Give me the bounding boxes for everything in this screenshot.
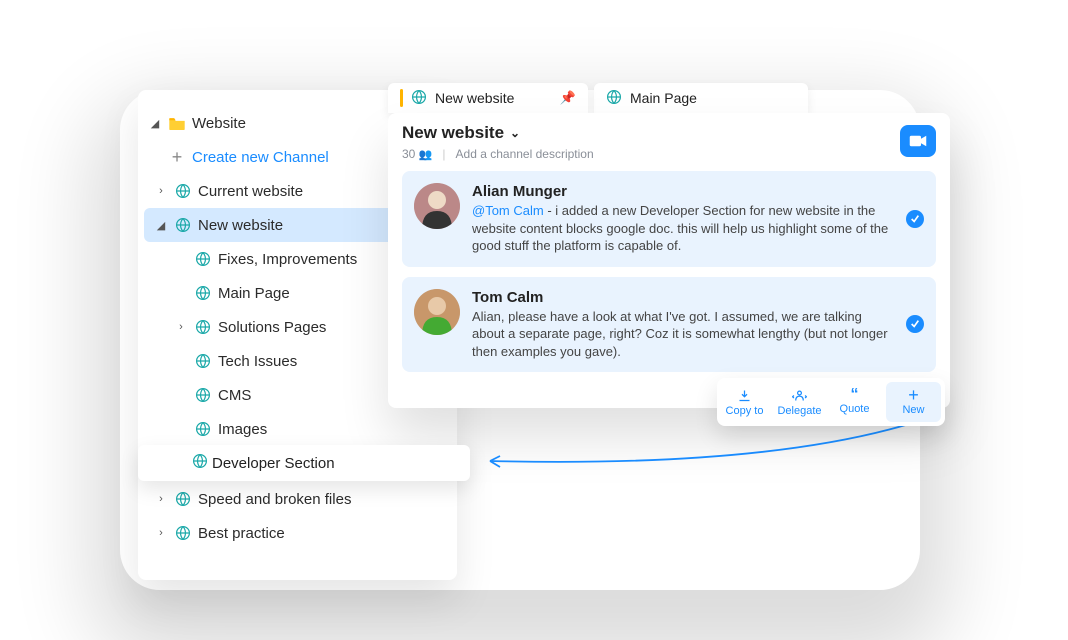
globe-icon: [192, 285, 214, 301]
sidebar-item-label: Tech Issues: [214, 353, 297, 370]
channel-description-input[interactable]: Add a channel description: [456, 147, 594, 161]
avatar: [414, 183, 460, 229]
mention[interactable]: @Tom Calm: [472, 203, 544, 218]
status-check-icon[interactable]: [906, 315, 924, 333]
member-count[interactable]: 30 👥: [402, 147, 432, 161]
message[interactable]: Tom Calm Alian, please have a look at wh…: [402, 277, 936, 373]
create-channel-label: Create new Channel: [188, 149, 329, 166]
globe-icon: [192, 387, 214, 403]
plus-icon: +: [908, 388, 919, 402]
new-button[interactable]: + New: [886, 382, 941, 422]
folder-icon: [166, 116, 188, 130]
action-label: Delegate: [777, 405, 821, 417]
message-body: Alian, please have a look at what I've g…: [472, 308, 892, 361]
globe-icon: [192, 421, 214, 437]
caret-down-icon: ◢: [144, 117, 166, 130]
caret-right-icon: ›: [170, 321, 192, 333]
sidebar-item-label: CMS: [214, 387, 251, 404]
sidebar-item-label: New website: [194, 217, 283, 234]
tab-new-website[interactable]: New website 📌: [388, 83, 588, 113]
action-label: Copy to: [726, 405, 764, 417]
video-call-button[interactable]: [900, 125, 936, 157]
plus-icon: +: [166, 147, 188, 168]
tab-label: Main Page: [630, 90, 697, 106]
sidebar-item-images[interactable]: Images: [138, 412, 457, 446]
caret-right-icon: ›: [150, 527, 172, 539]
sidebar-item-label: Speed and broken files: [194, 491, 351, 508]
pin-icon[interactable]: 📌: [560, 90, 576, 106]
sidebar-item-label: Images: [214, 421, 267, 438]
tab-label: New website: [435, 90, 514, 106]
message-author: Alian Munger: [472, 183, 892, 200]
globe-icon: [192, 319, 214, 335]
sidebar-item-label: Solutions Pages: [214, 319, 326, 336]
message-author: Tom Calm: [472, 289, 892, 306]
action-label: New: [902, 404, 924, 416]
active-indicator: [400, 89, 403, 107]
delegate-button[interactable]: Delegate: [772, 378, 827, 426]
quote-button[interactable]: “ Quote: [827, 378, 882, 426]
chat-title-text: New website: [402, 123, 504, 143]
sidebar-item-label: Fixes, Improvements: [214, 251, 357, 268]
globe-icon: [192, 251, 214, 267]
globe-icon: [192, 353, 214, 369]
avatar: [414, 289, 460, 335]
globe-icon: [172, 217, 194, 233]
quote-icon: “: [851, 389, 859, 401]
caret-right-icon: ›: [150, 493, 172, 505]
sidebar-item-label: Developer Section: [208, 455, 335, 472]
sidebar-root-label: Website: [188, 115, 246, 132]
message[interactable]: Alian Munger @Tom Calm - i added a new D…: [402, 171, 936, 267]
globe-icon: [172, 491, 194, 507]
sidebar-item-speed[interactable]: › Speed and broken files: [138, 482, 457, 516]
caret-down-icon: ◢: [150, 219, 172, 232]
chat-title[interactable]: New website ⌄: [402, 123, 936, 143]
sidebar-item-label: Current website: [194, 183, 303, 200]
caret-right-icon: ›: [150, 185, 172, 197]
sidebar-item-label: Best practice: [194, 525, 285, 542]
status-check-icon[interactable]: [906, 210, 924, 228]
sidebar-item-developer-section[interactable]: Developer Section: [138, 445, 470, 481]
globe-icon: [192, 453, 208, 474]
globe-icon: [172, 525, 194, 541]
globe-icon: [411, 89, 427, 108]
copy-to-button[interactable]: Copy to: [717, 378, 772, 426]
action-label: Quote: [840, 403, 870, 415]
message-actions: Copy to Delegate “ Quote + New: [717, 378, 945, 426]
sidebar-item-best[interactable]: › Best practice: [138, 516, 457, 550]
message-body: @Tom Calm - i added a new Developer Sect…: [472, 202, 892, 255]
tab-main-page[interactable]: Main Page: [594, 83, 808, 113]
globe-icon: [606, 89, 622, 108]
sidebar-item-label: Main Page: [214, 285, 290, 302]
chat-panel: New website ⌄ 30 👥 | Add a channel descr…: [388, 113, 950, 408]
globe-icon: [172, 183, 194, 199]
people-icon: 👥: [419, 149, 433, 161]
chevron-down-icon: ⌄: [510, 126, 520, 140]
